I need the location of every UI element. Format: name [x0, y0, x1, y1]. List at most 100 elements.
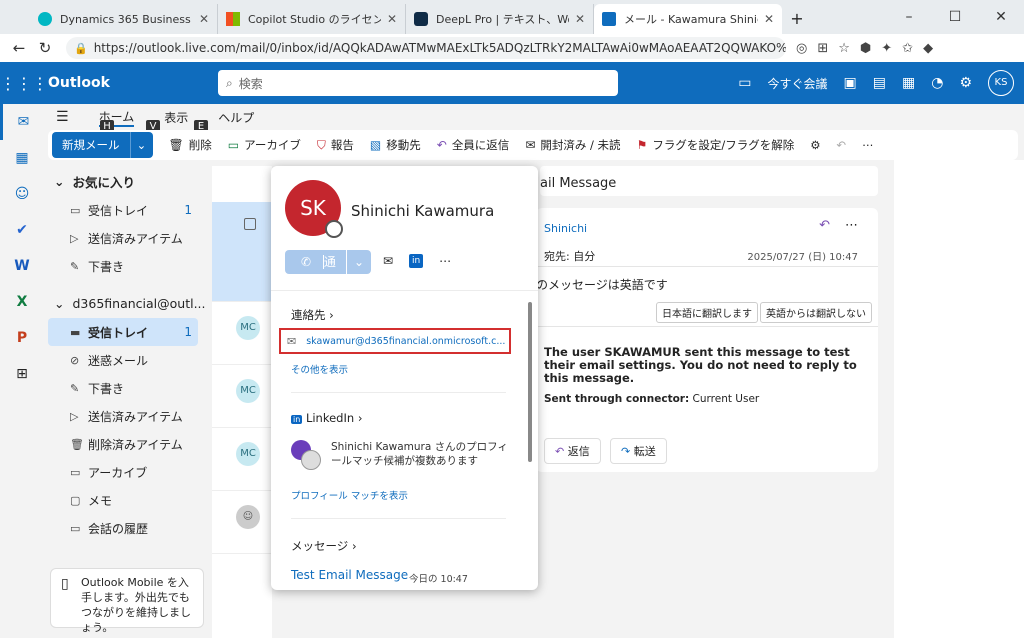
tab-help[interactable]: ヘルプ [218, 109, 254, 126]
folder-fav-drafts[interactable]: ✎ 下書き [44, 252, 212, 280]
call-button[interactable]: ✆ 通話 ⌄ [285, 250, 371, 293]
forward-button[interactable]: ↷ 転送 [610, 438, 667, 464]
app-brand[interactable]: Outlook [48, 75, 218, 91]
list-item[interactable]: MC [212, 365, 272, 428]
profile-match-link[interactable]: プロフィール マッチを表示 [291, 488, 408, 502]
search-input[interactable]: ⌕ 検索 [218, 70, 618, 96]
translate-button[interactable]: 日本語に翻訳します [656, 302, 758, 323]
calendar-icon[interactable]: ▦ [0, 140, 44, 176]
maximize-icon[interactable]: ☐ [932, 0, 978, 34]
mail-icon: ✉ [287, 334, 297, 348]
people-icon[interactable]: ☺ [0, 176, 44, 212]
folder-deleted[interactable]: 🗑 削除済みアイテム [44, 430, 212, 458]
extension-icon[interactable]: ⬢ [860, 41, 871, 56]
app-launcher-icon[interactable]: ⋮⋮⋮ [0, 74, 48, 93]
folder-inbox[interactable]: ▬ 受信トレイ 1 [48, 318, 198, 346]
reply-icon[interactable]: ↶ [819, 218, 830, 233]
favorites-icon[interactable]: ✩ [902, 41, 913, 56]
email-address-link[interactable]: ✉ skawamur@d365financial.onmicrosoft.c..… [279, 328, 511, 354]
hamburger-icon[interactable]: ☰ [56, 109, 69, 125]
no-translate-button[interactable]: 英語からは翻訳しない [760, 302, 872, 323]
read-unread-button[interactable]: ✉ 開封済み / 未読 [525, 137, 620, 153]
folder-junk[interactable]: ⊘ 迷惑メール [44, 346, 212, 374]
read-aloud-icon[interactable]: ◎ [796, 41, 807, 56]
powerpoint-icon[interactable]: P [0, 320, 44, 356]
browser-tab-copilot-license[interactable]: Copilot Studio のライセンス - Micro ✕ [218, 4, 406, 34]
minimize-icon[interactable]: – [886, 0, 932, 34]
excel-icon[interactable]: X [0, 284, 44, 320]
linkedin-section-header[interactable]: in LinkedIn › [291, 411, 362, 425]
close-window-icon[interactable]: ✕ [978, 0, 1024, 34]
report-button[interactable]: ⛉ 報告 [317, 137, 354, 153]
folder-fav-sent[interactable]: ▷ 送信済みアイテム [44, 224, 212, 252]
meet-now-button[interactable]: 今すぐ会議 [768, 75, 828, 92]
onenote-icon[interactable]: ▤ [873, 75, 886, 91]
favorites-header[interactable]: ⌄ お気に入り [44, 166, 212, 196]
select-checkbox[interactable] [244, 218, 256, 230]
archive-button[interactable]: ▭ アーカイブ [228, 137, 301, 153]
video-icon[interactable]: ▭ [738, 75, 751, 91]
folder-label: 下書き [88, 259, 125, 274]
email-icon[interactable]: ✉ [383, 254, 393, 268]
delete-button[interactable]: 🗑 削除 [169, 137, 212, 153]
folder-sent[interactable]: ▷ 送信済みアイテム [44, 402, 212, 430]
new-mail-button[interactable]: 新規メール ⌄ [52, 132, 153, 158]
more-options-icon[interactable]: ⋯ [845, 218, 858, 233]
close-tab-icon[interactable]: ✕ [764, 12, 774, 26]
chevron-down-icon[interactable]: ⌄ [347, 255, 371, 269]
apps-icon[interactable]: ⚙ [810, 138, 820, 152]
more-options-icon[interactable]: ⋯ [439, 254, 451, 268]
account-header[interactable]: ⌄ d365financial@outl... [44, 288, 212, 318]
new-tab-icon[interactable]: + [782, 4, 812, 34]
move-to-button[interactable]: ▧ 移動先 [370, 137, 421, 153]
folder-fav-inbox[interactable]: ▭ 受信トレイ 1 [44, 196, 212, 224]
bell-icon[interactable]: ◔ [931, 75, 943, 91]
tab-view[interactable]: 表示 [164, 109, 188, 126]
todo-icon[interactable]: ✔ [0, 212, 44, 248]
puzzle-icon[interactable]: ✦ [881, 41, 892, 56]
gear-icon[interactable]: ⚙ [959, 75, 972, 91]
reply-button[interactable]: ↶ 返信 [544, 438, 601, 464]
contact-section-header[interactable]: 連絡先 › [291, 307, 334, 323]
chevron-down-icon[interactable]: ⌄ [131, 138, 153, 152]
url-field[interactable]: 🔒 https://outlook.live.com/mail/0/inbox/… [66, 37, 786, 59]
copilot-icon[interactable]: ◆ [923, 41, 933, 56]
folder-archive[interactable]: ▭ アーカイブ [44, 458, 212, 486]
close-tab-icon[interactable]: ✕ [199, 12, 209, 26]
folder-conversation-history[interactable]: ▭ 会話の履歴 [44, 514, 212, 542]
favorite-star-icon[interactable]: ☆ [838, 41, 850, 56]
list-item[interactable]: MC [212, 428, 272, 491]
message-link[interactable]: Test Email Message [291, 568, 408, 582]
refresh-icon[interactable]: ↻ [32, 39, 58, 57]
teams-icon[interactable]: ▣ [844, 75, 857, 91]
undo-icon[interactable]: ↶ [837, 138, 847, 152]
close-tab-icon[interactable]: ✕ [575, 12, 585, 26]
tab-title: Copilot Studio のライセンス - Micro [248, 13, 381, 26]
list-item[interactable] [212, 202, 272, 302]
calendar-icon[interactable]: ▦ [902, 75, 915, 91]
word-icon[interactable]: W [0, 248, 44, 284]
flag-button[interactable]: ⚑ フラグを設定/フラグを解除 [637, 137, 795, 153]
sender-name[interactable]: Shinichi [544, 222, 587, 235]
close-tab-icon[interactable]: ✕ [387, 12, 397, 26]
back-icon[interactable]: ← [6, 39, 32, 57]
browser-tab-business-central[interactable]: Dynamics 365 Business Central ✕ [30, 4, 218, 34]
list-item[interactable]: ☺ [212, 491, 272, 554]
folder-drafts[interactable]: ✎ 下書き [44, 374, 212, 402]
browser-tab-deepl[interactable]: DeepL Pro | テキスト、Wordその他の ✕ [406, 4, 594, 34]
browser-tab-outlook[interactable]: メール - Kawamura Shinichi - Outlo ✕ [594, 4, 782, 34]
list-item[interactable]: MC [212, 302, 272, 365]
messages-section-header[interactable]: メッセージ › [291, 538, 357, 554]
outlook-mobile-promo[interactable]: ▯ Outlook Mobile を入手します。外出先でもつながりを維持しましょ… [50, 568, 204, 634]
more-options-icon[interactable]: ⋯ [862, 138, 874, 152]
mail-icon[interactable]: ✉ [0, 104, 44, 140]
avatar[interactable]: KS [988, 70, 1014, 96]
url-text: https://outlook.live.com/mail/0/inbox/id… [93, 41, 786, 55]
reply-all-button[interactable]: ↶ 全員に返信 [437, 137, 510, 153]
linkedin-icon[interactable]: in [409, 254, 424, 268]
split-screen-icon[interactable]: ⊞ [817, 41, 828, 56]
show-more-link[interactable]: その他を表示 [291, 362, 348, 376]
folder-notes[interactable]: ▢ メモ [44, 486, 212, 514]
scrollbar[interactable] [528, 302, 532, 462]
more-apps-icon[interactable]: ⊞ [0, 356, 44, 392]
